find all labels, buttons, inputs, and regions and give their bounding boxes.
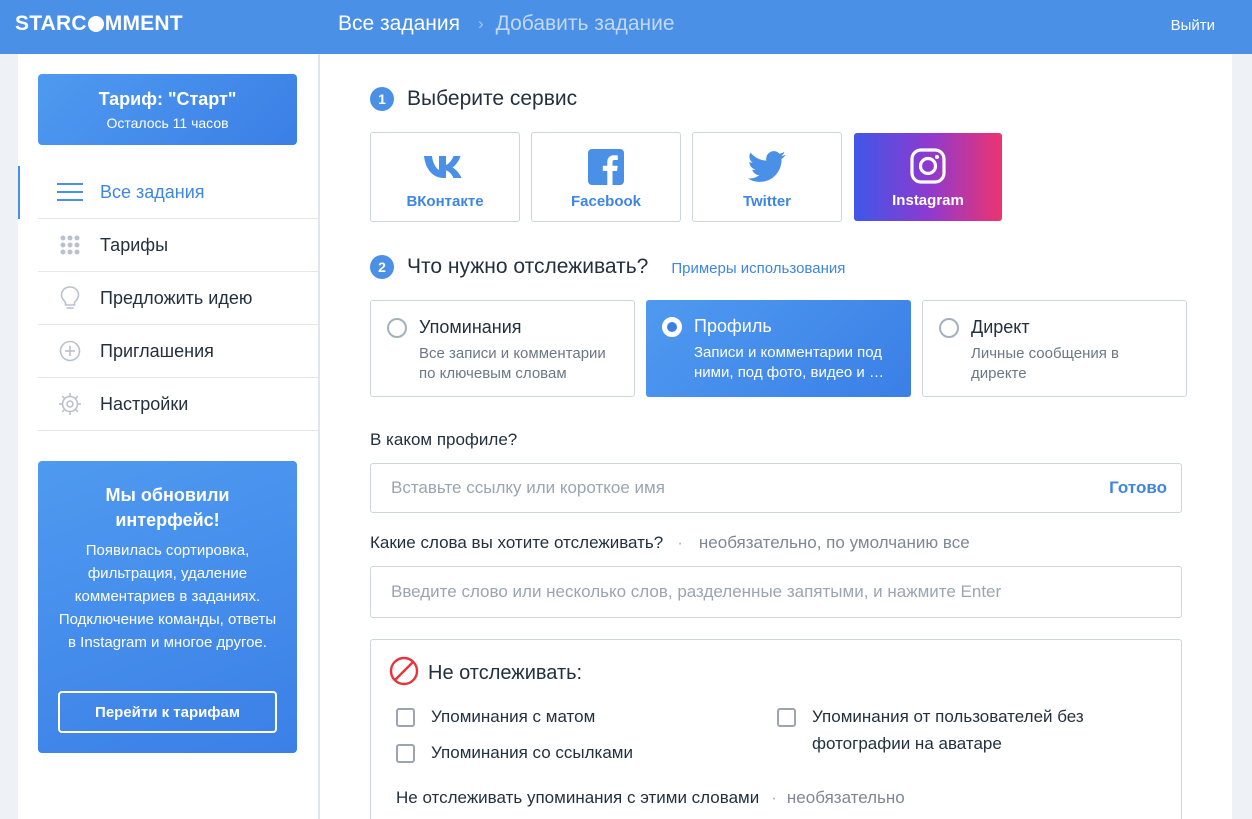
mode-mentions[interactable]: Упоминания Все записи и комментарии по к… (370, 300, 635, 397)
step-1-header: 1 Выберите сервис (370, 87, 577, 111)
service-facebook[interactable]: Facebook (531, 132, 681, 222)
mode-title: Упоминания (419, 317, 522, 337)
sidebar: Тариф: "Старт" Осталось 11 часов Все зад… (18, 54, 318, 819)
logo-text-right: MMENT (104, 12, 183, 35)
plan-card[interactable]: Тариф: "Старт" Осталось 11 часов (38, 74, 297, 145)
usage-examples-link[interactable]: Примеры использования (671, 260, 845, 277)
mode-description: Личные сообщения в директе (971, 345, 1119, 382)
dot-separator: · (771, 788, 777, 807)
breadcrumb-root[interactable]: Все задания (338, 12, 460, 36)
exclude-words-label: Не отслеживать упоминания с этими словам… (396, 788, 760, 807)
forbidden-icon (389, 656, 419, 691)
sidebar-item-label: Настройки (100, 393, 189, 414)
exclude-option-no-avatar[interactable]: Упоминания от пользователей без фотограф… (777, 707, 1147, 757)
sidebar-item-label: Приглашения (100, 340, 214, 361)
main-content: 1 Выберите сервис ВКонтакте Facebook Twi… (320, 54, 1232, 819)
mode-profile[interactable]: Профиль Записи и комментарии под ними, п… (646, 300, 911, 397)
service-instagram[interactable]: Instagram (854, 133, 1002, 221)
menu-icon (57, 179, 83, 205)
sidebar-item-label: Все задания (100, 181, 205, 202)
sidebar-item-all-tasks[interactable]: Все задания (18, 166, 318, 219)
sidebar-item-settings[interactable]: Настройки (38, 378, 318, 431)
checkbox-label: Упоминания со ссылками (431, 743, 633, 762)
plan-title: Тариф: "Старт" (98, 89, 237, 109)
logo-dot (87, 16, 104, 32)
promo-title: Мы обновили интерфейс! (105, 485, 230, 530)
service-label: Twitter (742, 193, 792, 210)
sidebar-item-invitations[interactable]: Приглашения (38, 325, 318, 378)
checkbox-label: Упоминания от пользователей без фотограф… (812, 707, 1084, 753)
service-label: Facebook (570, 193, 642, 210)
promo-card: Мы обновили интерфейс! Появилась сортиро… (38, 461, 297, 753)
promo-text: Появилась сортировка, фильтрация, удален… (58, 542, 277, 651)
chevron-right-icon: › (477, 14, 484, 33)
logo[interactable]: STARC MMENT (15, 12, 183, 36)
mode-radio[interactable] (387, 318, 407, 338)
step-2-header: 2 Что нужно отслеживать? Примеры использ… (370, 255, 845, 279)
profile-input[interactable] (371, 464, 1181, 512)
breadcrumb-current: Добавить задание (495, 12, 675, 35)
go-to-tariffs-button[interactable]: Перейти к тарифам (58, 691, 277, 733)
gear-icon (57, 391, 83, 417)
step-title: Выберите сервис (407, 87, 578, 110)
profile-input-box: Готово (370, 463, 1182, 513)
twitter-icon (693, 149, 841, 185)
sidebar-item-suggest-idea[interactable]: Предложить идею (38, 272, 318, 325)
exclude-words-optional-note: необязательно (786, 788, 905, 807)
service-label: ВКонтакте (406, 193, 484, 210)
breadcrumb: Все задания › Добавить задание (338, 12, 675, 36)
mode-radio[interactable] (939, 318, 959, 338)
instagram-icon (854, 148, 1002, 184)
plus-circle-icon (57, 338, 83, 364)
service-twitter[interactable]: Twitter (692, 132, 842, 222)
checkbox[interactable] (396, 708, 415, 727)
step-title: Что нужно отслеживать? (407, 255, 649, 278)
mode-description: Записи и комментарии под ними, под фото,… (694, 343, 899, 383)
exclude-words-label-row: Не отслеживать упоминания с этими словам… (396, 788, 905, 808)
sidebar-item-tariffs[interactable]: Тарифы (38, 219, 318, 272)
keywords-optional-note: необязательно, по умолчанию все (698, 533, 970, 552)
grid-icon (57, 232, 83, 258)
dot-separator: · (677, 533, 683, 552)
lightbulb-icon (57, 285, 83, 311)
keywords-label-row: Какие слова вы хотите отслеживать? · необя… (370, 533, 970, 553)
mode-direct[interactable]: Директ Личные сообщения в директе (922, 300, 1187, 397)
exclude-section: Не отслеживать: Упоминания с матом Упоми… (370, 639, 1182, 819)
done-button[interactable]: Готово (1101, 478, 1167, 498)
checkbox-label: Упоминания с матом (431, 707, 596, 726)
logout-link[interactable]: Выйти (1171, 17, 1215, 34)
top-bar: STARC MMENT Все задания › Добавить задани… (0, 0, 1252, 54)
vk-icon (371, 149, 519, 185)
sidebar-item-label: Предложить идею (100, 287, 253, 308)
facebook-icon (532, 149, 680, 185)
plan-remaining: Осталось 11 часов (106, 115, 229, 131)
sidebar-menu: Все задания Тарифы Предложить идею Пригл… (18, 166, 318, 431)
service-vk[interactable]: ВКонтакте (370, 132, 520, 222)
mode-description: Все записи и комментарии по ключевым сло… (419, 345, 606, 382)
keywords-input[interactable] (371, 567, 1181, 617)
exclude-title: Не отслеживать: (428, 662, 583, 684)
step-number: 2 (370, 255, 394, 279)
keywords-label: Какие слова вы хотите отслеживать? (370, 533, 664, 552)
mode-description-line: ними, под фото, видео и … (694, 364, 884, 381)
step-number: 1 (370, 87, 394, 111)
checkbox[interactable] (396, 744, 415, 763)
mode-description-line: Записи и комментарии под (694, 344, 883, 361)
logo-text-left: STARC (15, 12, 87, 35)
exclude-option-links[interactable]: Упоминания со ссылками (396, 743, 633, 766)
service-label: Instagram (892, 192, 964, 209)
mode-title: Директ (971, 317, 1030, 337)
checkbox[interactable] (777, 708, 796, 727)
mode-title: Профиль (694, 316, 772, 336)
profile-label: В каком профиле? (370, 430, 518, 449)
mode-radio[interactable] (662, 317, 682, 337)
exclude-header: Не отслеживать: (389, 656, 582, 691)
keywords-input-box (370, 566, 1182, 618)
sidebar-item-label: Тарифы (100, 234, 169, 255)
exclude-option-profanity[interactable]: Упоминания с матом (396, 707, 595, 730)
